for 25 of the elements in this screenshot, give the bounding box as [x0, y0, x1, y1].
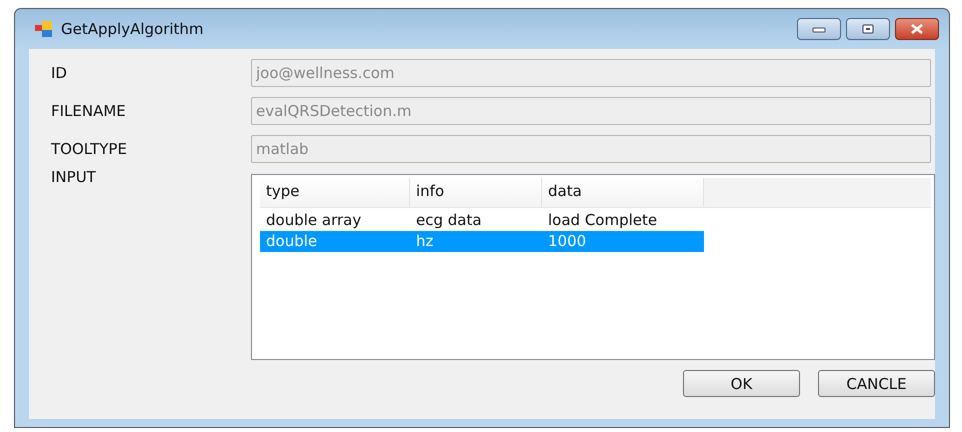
field-label: FILENAME [51, 102, 127, 120]
field-label: INPUT [51, 168, 97, 186]
minimize-icon [812, 25, 826, 33]
maximize-icon [861, 24, 875, 34]
field-label: TOOLTYPE [51, 140, 128, 158]
list-cell-text: 1000 [547, 231, 588, 252]
field-label: ID [51, 64, 68, 82]
dialog-button[interactable]: OK [683, 370, 800, 397]
minimize-button[interactable] [797, 18, 841, 40]
list-row[interactable]: double array ecg data load Complete [260, 210, 704, 231]
close-icon [909, 24, 925, 34]
column-header[interactable]: info [410, 178, 542, 207]
list-cell-text: load Complete [547, 210, 658, 231]
column-header[interactable]: type [260, 178, 410, 207]
list-cell-text: ecg data [415, 210, 483, 231]
close-button[interactable] [895, 18, 939, 40]
column-header[interactable]: data [542, 178, 704, 207]
dialog-button[interactable]: CANCLE [818, 370, 935, 397]
app-icon [35, 21, 53, 37]
window-title: GetApplyAlgorithm [61, 20, 204, 38]
list-cell-text: hz [415, 231, 434, 252]
list-cell-text: double array [265, 210, 362, 231]
list-view[interactable]: type info data double array ecg data load Complete double hz 1000 [251, 174, 935, 360]
list-cell-text: double [265, 231, 318, 252]
maximize-button[interactable] [846, 18, 890, 40]
